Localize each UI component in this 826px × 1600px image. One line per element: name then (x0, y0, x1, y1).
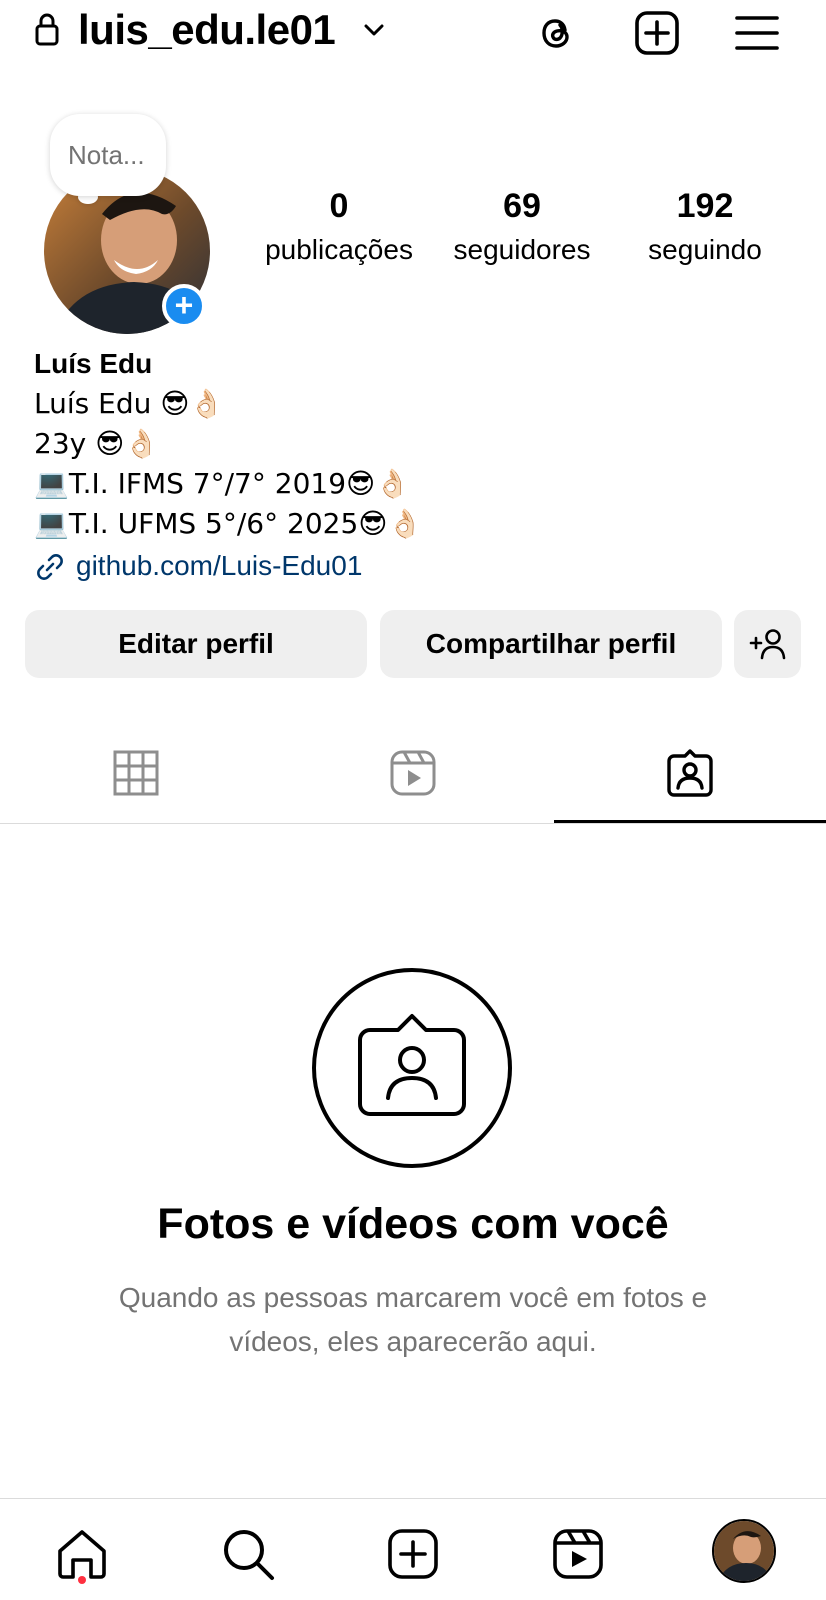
stat-label: publicações (265, 234, 413, 265)
profile-photo (714, 1521, 774, 1581)
grid-icon[interactable] (111, 748, 161, 798)
add-story-badge[interactable]: + (162, 284, 206, 328)
active-tab-indicator (554, 820, 826, 823)
empty-state-circle (312, 968, 512, 1168)
stat-value: 69 (503, 187, 541, 225)
reels-icon[interactable] (388, 748, 438, 798)
menu-icon[interactable] (732, 8, 782, 58)
bottom-nav-divider (0, 1498, 826, 1499)
stat-followers[interactable]: 69 seguidores (437, 186, 607, 270)
profile-header: luis_edu.le01 (0, 0, 826, 64)
bio-line: 23y 😎👌🏻 (34, 427, 160, 460)
stat-following[interactable]: 192 seguindo (620, 186, 790, 270)
bio-line: 💻T.I. IFMS 7°/7° 2019😎👌🏻 (34, 467, 411, 500)
empty-state-subtitle: Quando as pessoas marcarem você em fotos… (118, 1282, 708, 1357)
bio-line: 💻T.I. UFMS 5°/6° 2025😎👌🏻 (34, 507, 423, 540)
lock-icon (35, 13, 59, 46)
create-icon[interactable] (385, 1526, 441, 1582)
stat-value: 192 (676, 187, 734, 225)
share-profile-button[interactable]: Compartilhar perfil (380, 610, 722, 678)
link-icon (37, 554, 63, 580)
stat-label: seguindo (648, 234, 762, 265)
stat-value: 0 (329, 187, 349, 225)
note-placeholder: Nota... (68, 140, 145, 170)
threads-icon[interactable] (532, 8, 582, 58)
discover-people-button[interactable] (734, 610, 801, 678)
chevron-down-icon[interactable] (360, 18, 388, 42)
home-icon[interactable] (54, 1526, 110, 1582)
add-person-icon (749, 629, 786, 660)
profile-name: Luís Edu (34, 348, 153, 379)
bio-line: Luís Edu 😎👌🏻 (34, 387, 225, 420)
search-icon[interactable] (220, 1526, 276, 1582)
profile-avatar[interactable] (712, 1519, 776, 1583)
edit-profile-button[interactable]: Editar perfil (25, 610, 367, 678)
tagged-icon[interactable] (665, 748, 715, 798)
stat-label: seguidores (453, 234, 591, 265)
tabs-divider (0, 823, 826, 824)
create-plus-icon[interactable] (632, 8, 682, 58)
account-username[interactable]: luis_edu.le01 (78, 4, 336, 56)
stat-posts[interactable]: 0 publicações (254, 186, 424, 270)
empty-state-title: Fotos e vídeos com você (157, 1200, 669, 1248)
tagged-photo-icon (358, 1014, 466, 1116)
bio-link[interactable]: github.com/Luis-Edu01 (76, 546, 362, 586)
notification-dot (78, 1576, 86, 1584)
reels-icon[interactable] (550, 1526, 606, 1582)
